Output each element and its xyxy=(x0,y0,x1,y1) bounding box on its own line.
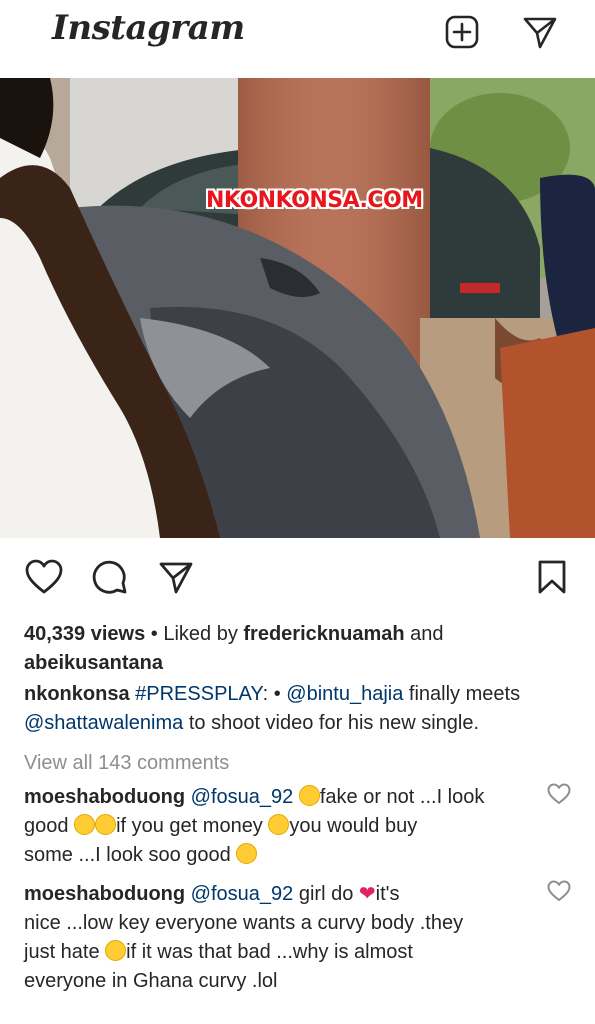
post-caption: nkonkonsa #PRESSPLAY: • @bintu_hajia fin… xyxy=(24,680,574,738)
caption-text: finally meets xyxy=(403,683,521,705)
comment-username[interactable]: moeshaboduong xyxy=(24,786,185,808)
red-heart-emoji-icon: ❤ xyxy=(358,883,376,905)
zany-face-emoji-icon xyxy=(74,814,96,835)
liked-user-link[interactable]: fredericknuamah xyxy=(243,623,404,645)
top-bar: Instagram xyxy=(0,0,595,78)
comment-text: good xyxy=(24,815,75,837)
view-all-comments-link[interactable]: View all 143 comments xyxy=(24,749,574,778)
comment-text: it's xyxy=(375,883,400,905)
caption-username[interactable]: nkonkonsa xyxy=(24,683,130,705)
laughing-tears-emoji-icon xyxy=(105,940,127,961)
zany-face-emoji-icon xyxy=(95,814,117,835)
comment-text: just hate xyxy=(24,941,106,963)
caption-mention[interactable]: @bintu_hajia xyxy=(286,683,403,705)
comment-text: if it was that bad ...why is almost xyxy=(126,941,413,963)
comment-icon[interactable] xyxy=(90,557,130,597)
comment-text: everyone in Ghana curvy .lol xyxy=(24,970,278,992)
comment-username[interactable]: moeshaboduong xyxy=(24,883,185,905)
share-icon[interactable] xyxy=(156,557,196,597)
caption-mention[interactable]: @shattawalenima xyxy=(24,712,183,734)
comment-text: nice ...low key everyone wants a curvy b… xyxy=(24,912,464,934)
caption-hashtag[interactable]: #PRESSPLAY xyxy=(135,683,262,705)
comment-item: moeshaboduong @fosua_92 girl do ❤it's ni… xyxy=(24,880,544,996)
like-heart-icon[interactable] xyxy=(24,557,64,597)
liked-user-link[interactable]: abeikusantana xyxy=(24,652,163,674)
video-frame-illustration xyxy=(0,78,595,538)
comment-text: some ...I look soo good xyxy=(24,844,237,866)
post-video[interactable]: NKONKONSA.COM xyxy=(0,78,595,538)
comment-like-heart-icon[interactable] xyxy=(547,783,571,807)
likes-summary: 40,339 views • Liked by fredericknuamah … xyxy=(24,620,574,678)
liked-by-prefix: • Liked by xyxy=(145,623,244,645)
post-actions xyxy=(0,545,595,605)
comment-mention[interactable]: @fosua_92 xyxy=(191,786,294,808)
direct-message-icon[interactable] xyxy=(520,12,560,52)
comment-text: girl do xyxy=(293,883,359,905)
heart-eyes-emoji-icon xyxy=(236,843,258,864)
save-bookmark-icon[interactable] xyxy=(532,557,572,597)
video-watermark: NKONKONSA.COM xyxy=(206,188,423,213)
comment-mention[interactable]: @fosua_92 xyxy=(191,883,294,905)
comment-text: if you get money xyxy=(116,815,269,837)
comment-item: moeshaboduong @fosua_92 fake or not ...I… xyxy=(24,783,544,870)
tongue-emoji-icon xyxy=(298,785,320,806)
comment-text: fake or not ...I look xyxy=(319,786,485,808)
comment-like-heart-icon[interactable] xyxy=(547,880,571,904)
instagram-logo[interactable]: Instagram xyxy=(52,8,245,48)
liked-by-and: and xyxy=(404,623,444,645)
caption-separator: : • xyxy=(262,683,287,705)
view-count[interactable]: 40,339 views xyxy=(24,623,145,645)
laughing-tears-emoji-icon xyxy=(268,814,290,835)
comment-text: you would buy xyxy=(289,815,418,837)
caption-text: to shoot video for his new single. xyxy=(183,712,480,734)
new-post-icon[interactable] xyxy=(442,12,482,52)
